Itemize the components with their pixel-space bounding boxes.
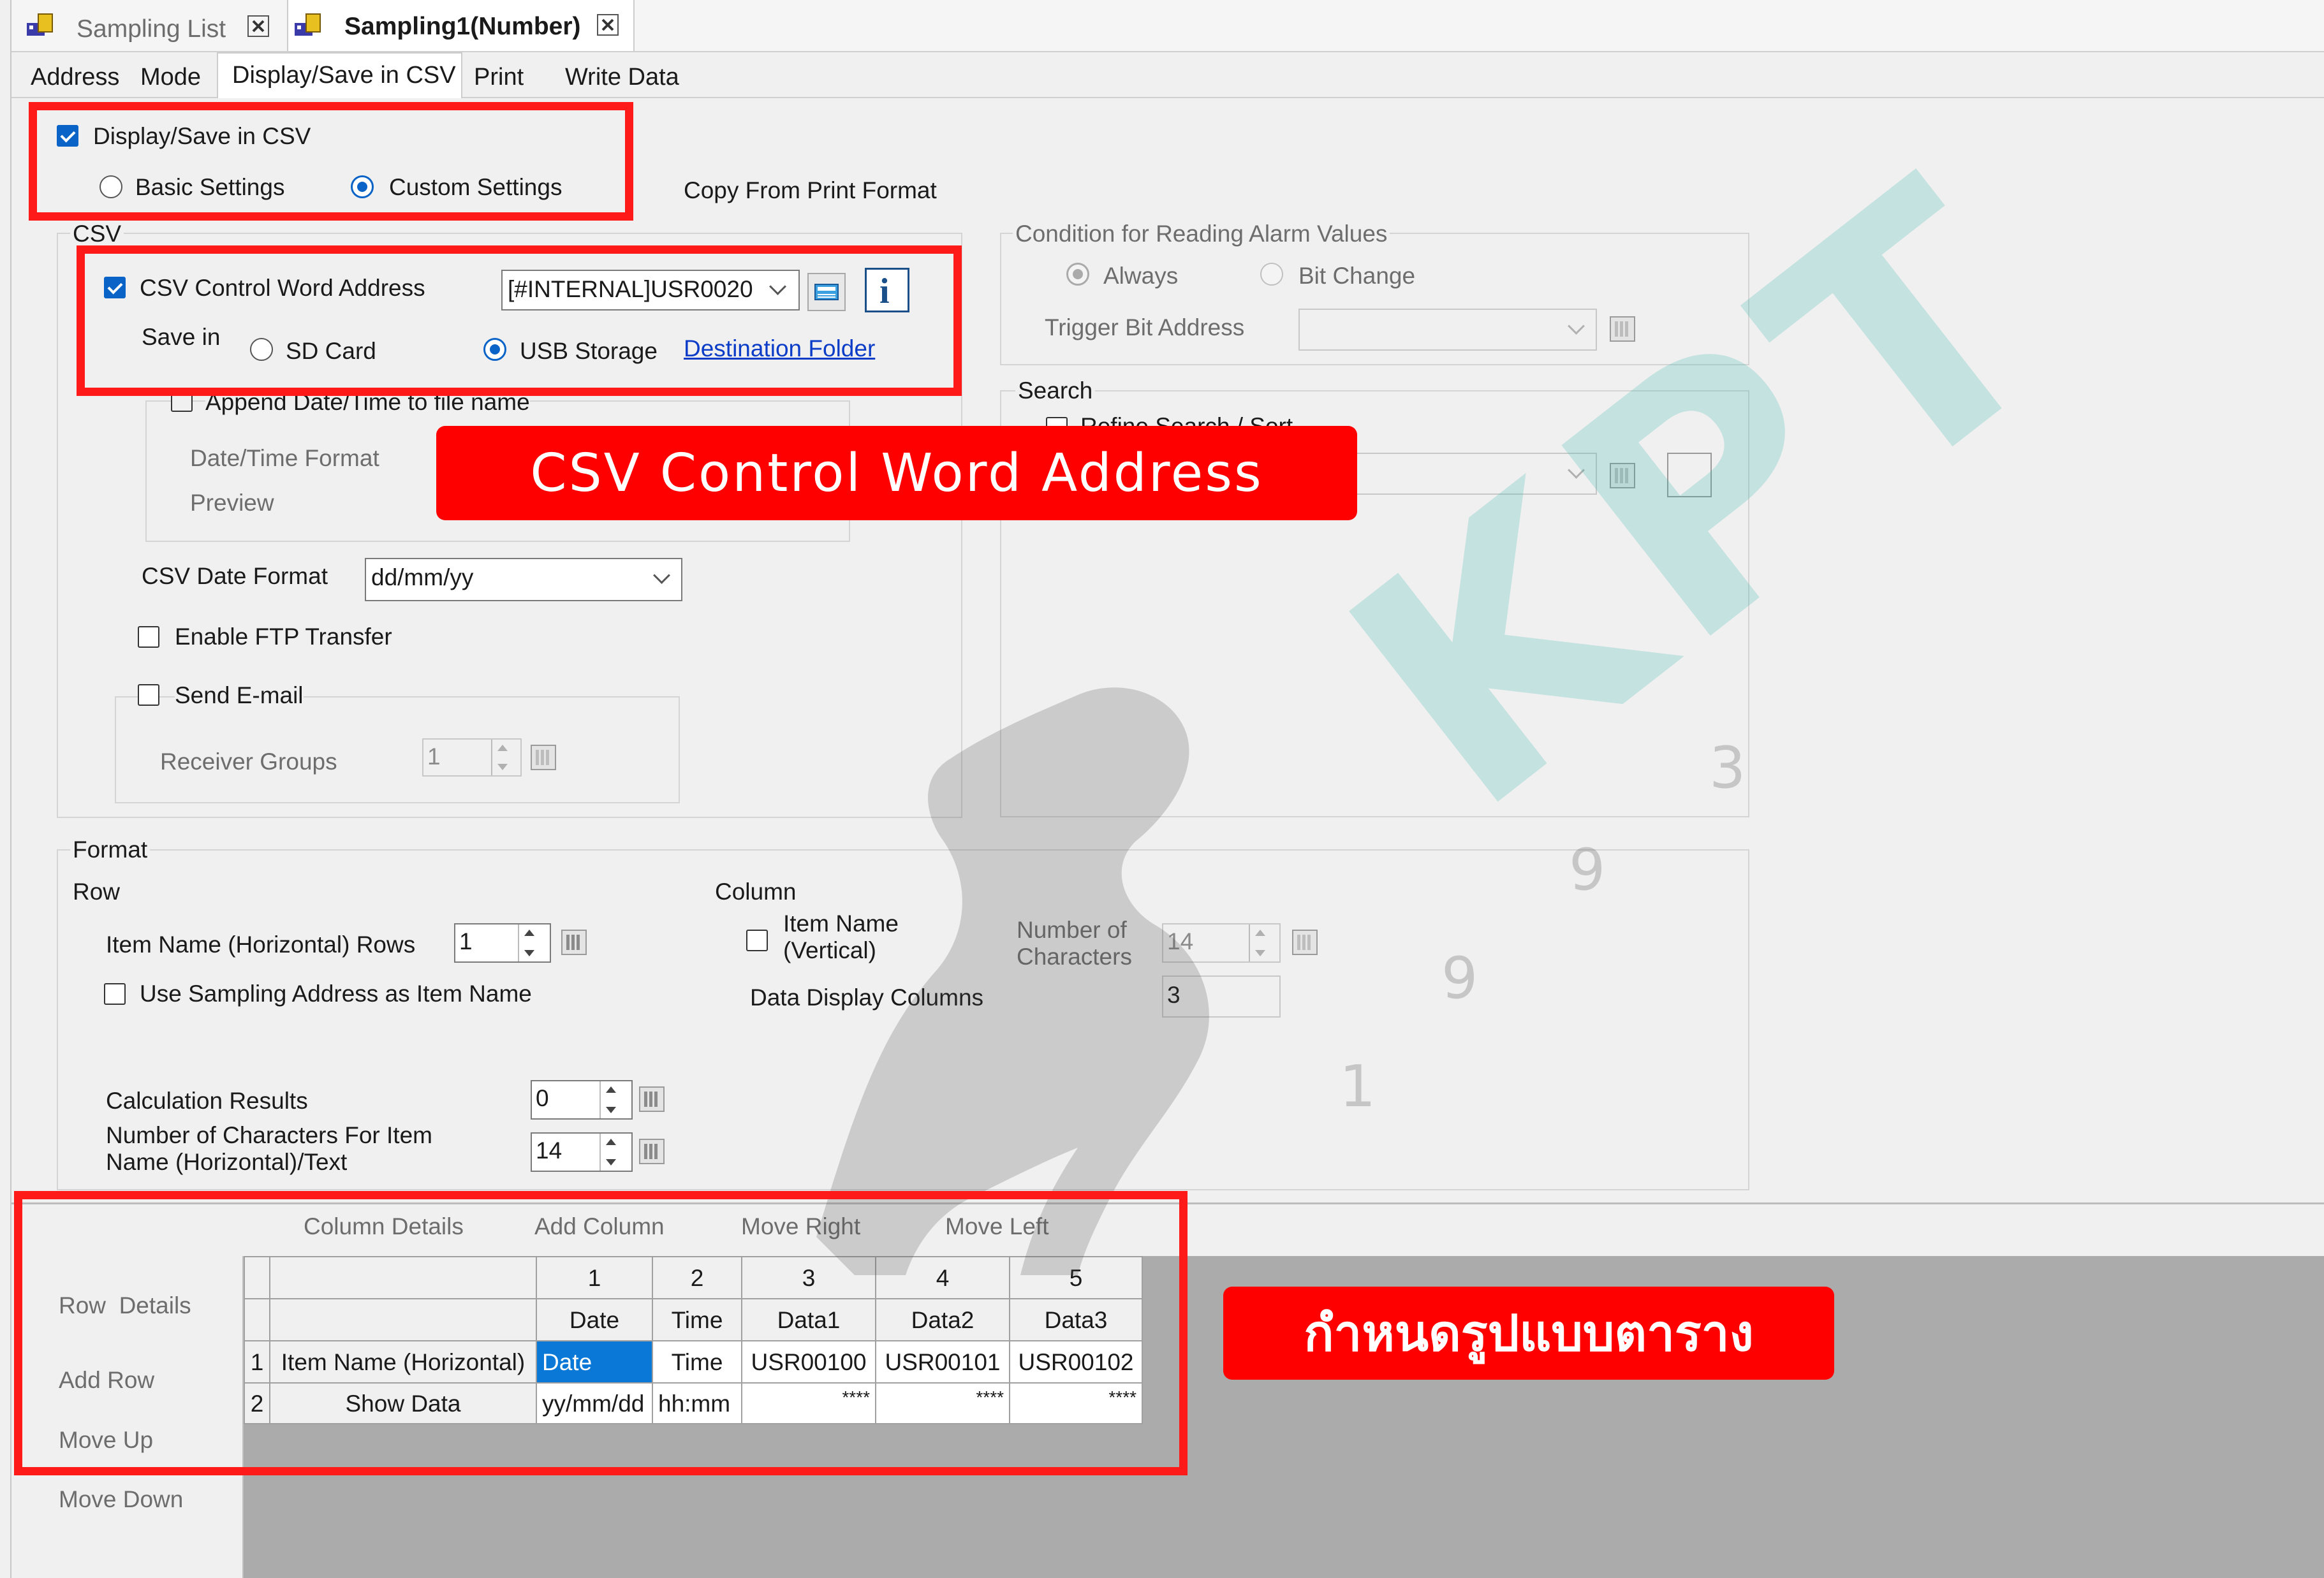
search-group-label: Search [1015, 379, 1096, 402]
use-sampling-address-checkbox[interactable] [104, 983, 126, 1005]
bit-change-radio[interactable] [1260, 263, 1283, 286]
highlight-csv-control-word [77, 245, 962, 396]
item-name-rows-value: 1 [459, 928, 473, 954]
enable-ftp-checkbox[interactable] [138, 626, 159, 648]
number-of-characters-value: 14 [1167, 928, 1194, 954]
csv-date-format-value: dd/mm/yy [371, 564, 474, 590]
copy-from-print-format-link[interactable]: Copy From Print Format [684, 179, 937, 202]
keypad-icon[interactable] [561, 930, 587, 955]
highlight-table [14, 1191, 1188, 1475]
always-label: Always [1103, 263, 1179, 289]
table-format-banner-text: กำหนดรูปแบบตาราง [1304, 1305, 1754, 1362]
data-display-columns-label: Data Display Columns [750, 984, 984, 1011]
csv-date-format-label: CSV Date Format [142, 563, 328, 589]
calculation-results-label: Calculation Results [106, 1088, 308, 1114]
item-name-vertical-label-1: Item Name [783, 910, 899, 937]
bit-change-label: Bit Change [1298, 263, 1416, 289]
row-label: Row [73, 879, 121, 905]
tab-display-save-csv-label: Display/Save in CSV [232, 62, 456, 89]
number-of-characters-label-2: Characters [1017, 944, 1132, 970]
tab-display-save-csv[interactable]: Display/Save in CSV [217, 52, 462, 98]
tab-address[interactable]: Address [31, 65, 119, 89]
csv-group-label: CSV [70, 222, 124, 245]
preview-label: Preview [190, 490, 274, 516]
receiver-groups-label: Receiver Groups [160, 749, 337, 775]
close-icon[interactable] [597, 14, 619, 36]
settings-tab-strip: Address Mode Display/Save in CSV Print W… [0, 52, 2324, 98]
num-chars-item-label-2: Name (Horizontal)/Text [106, 1149, 348, 1175]
send-email-checkbox[interactable] [138, 684, 159, 706]
num-chars-item-stepper[interactable] [599, 1134, 621, 1171]
item-name-rows-stepper[interactable] [518, 924, 540, 961]
trigger-bit-address-combo[interactable] [1298, 309, 1597, 351]
keypad-icon[interactable] [1292, 930, 1318, 955]
always-radio[interactable] [1066, 263, 1089, 286]
receiver-groups-stepper[interactable] [491, 740, 513, 775]
enable-ftp-label: Enable FTP Transfer [175, 624, 392, 650]
num-chars-item-label-1: Number of Characters For Item [106, 1122, 432, 1148]
left-edge-bar [0, 0, 11, 1578]
column-label: Column [715, 879, 797, 905]
sampling-list-tab[interactable]: Sampling List [13, 4, 281, 48]
send-email-label: Send E-mail [175, 682, 304, 708]
keypad-icon[interactable] [1610, 316, 1635, 342]
format-group-label: Format [70, 838, 151, 861]
item-name-vertical-label-2: (Vertical) [783, 937, 876, 963]
item-name-vertical-checkbox[interactable] [746, 930, 768, 951]
tab-print[interactable]: Print [474, 65, 524, 89]
keypad-icon[interactable] [639, 1139, 665, 1164]
calculation-results-stepper[interactable] [599, 1081, 621, 1118]
sampling-icon [26, 11, 55, 38]
use-sampling-address-label: Use Sampling Address as Item Name [140, 981, 532, 1007]
sampling-list-tab-label: Sampling List [77, 15, 226, 43]
number-of-characters-label-1: Number of [1017, 917, 1127, 943]
sort-settings-button[interactable] [1667, 453, 1712, 497]
item-name-rows-label: Item Name (Horizontal) Rows [106, 931, 416, 958]
highlight-display-save [29, 102, 633, 221]
number-of-characters-stepper[interactable] [1249, 924, 1270, 961]
num-chars-item-value: 14 [536, 1137, 563, 1164]
csv-control-word-banner: CSV Control Word Address [436, 426, 1357, 520]
csv-date-format-select[interactable]: dd/mm/yy [365, 558, 682, 601]
table-format-banner: กำหนดรูปแบบตาราง [1223, 1287, 1834, 1380]
data-display-columns-field[interactable]: 3 [1162, 975, 1281, 1018]
tab-write-data[interactable]: Write Data [565, 65, 679, 89]
calculation-results-value: 0 [536, 1085, 549, 1111]
receiver-groups-value: 1 [427, 743, 441, 770]
document-tab-strip: Sampling List Sampling1(Number) [0, 0, 2324, 52]
trigger-bit-address-label: Trigger Bit Address [1045, 314, 1245, 340]
close-icon[interactable] [247, 15, 269, 37]
sampling1-tab-label: Sampling1(Number) [344, 13, 581, 40]
datetime-format-label: Date/Time Format [190, 445, 379, 471]
sampling-icon [293, 11, 323, 38]
data-display-columns-value: 3 [1167, 982, 1180, 1008]
alarm-condition-label: Condition for Reading Alarm Values [1013, 222, 1390, 245]
keypad-icon[interactable] [1610, 463, 1635, 488]
sampling1-number-tab[interactable]: Sampling1(Number) [287, 0, 635, 51]
tab-mode[interactable]: Mode [140, 65, 201, 89]
keypad-icon[interactable] [639, 1086, 665, 1112]
keypad-icon[interactable] [531, 745, 556, 770]
move-down-button[interactable]: Move Down [59, 1487, 183, 1511]
csv-control-word-banner-text: CSV Control Word Address [530, 442, 1263, 504]
